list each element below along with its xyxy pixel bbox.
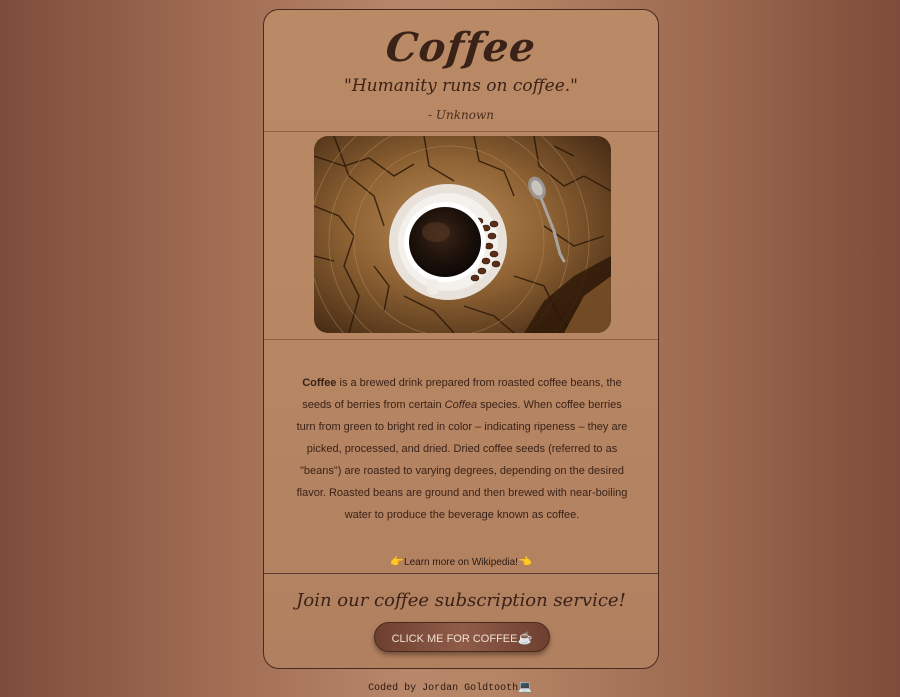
learn-more-link[interactable]: 👉Learn more on Wikipedia!👈 bbox=[264, 555, 658, 568]
learn-more-label: Learn more on Wikipedia! bbox=[404, 557, 518, 568]
footer-text: Coded by Jordan Goldtooth bbox=[368, 683, 519, 694]
coffee-cup-icon: ☕ bbox=[517, 631, 533, 645]
description-genus: Coffea bbox=[444, 399, 478, 411]
content-card: Coffee "Humanity runs on coffee." - Unkn… bbox=[263, 9, 659, 669]
pointing-right-icon: 👉 bbox=[390, 556, 405, 568]
subscription-heading: Join our coffee subscription service! bbox=[296, 590, 626, 611]
header: Coffee "Humanity runs on coffee." - Unkn… bbox=[264, 10, 658, 131]
page-title: Coffee bbox=[383, 24, 539, 71]
coffee-subscribe-button[interactable]: CLICK ME FOR COFFEE☕ bbox=[374, 622, 550, 652]
quote-author: - Unknown bbox=[428, 108, 494, 122]
button-label: CLICK ME FOR COFFEE bbox=[391, 633, 518, 645]
coffee-photo bbox=[314, 136, 611, 333]
divider bbox=[264, 339, 658, 340]
coffee-description: Coffee is a brewed drink prepared from r… bbox=[294, 372, 630, 526]
description-term: Coffee bbox=[302, 377, 337, 389]
laptop-icon: 💻 bbox=[518, 682, 532, 694]
pointing-left-icon: 👈 bbox=[517, 556, 532, 568]
divider bbox=[264, 573, 658, 574]
divider bbox=[264, 131, 658, 132]
description-text-2: species. When coffee berries turn from g… bbox=[296, 399, 628, 521]
footer-credit: Coded by Jordan Goldtooth💻 bbox=[0, 680, 900, 694]
quote-text: "Humanity runs on coffee." bbox=[344, 76, 578, 96]
